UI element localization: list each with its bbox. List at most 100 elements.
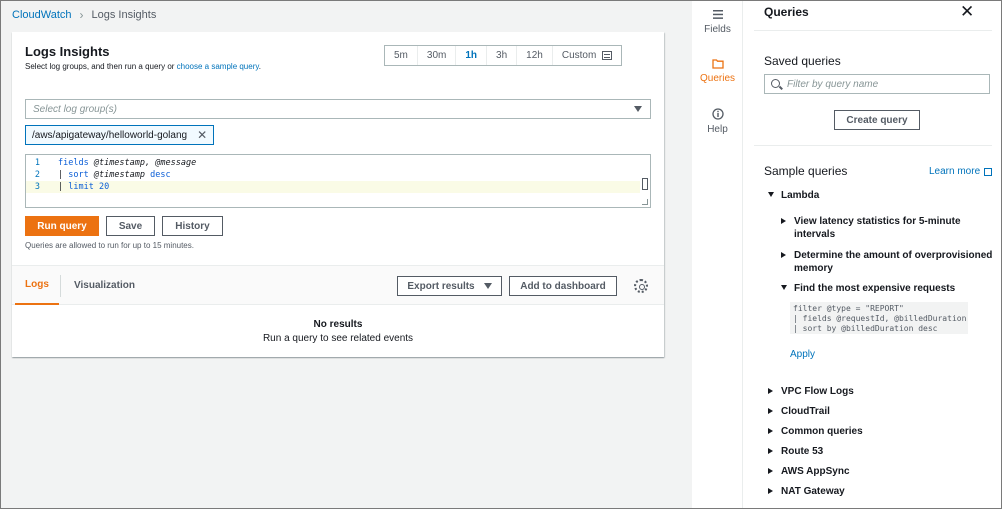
sample-query-line: memory xyxy=(794,263,833,274)
query-text: @timestamp, @message xyxy=(88,158,197,168)
caret-right-icon xyxy=(768,488,773,494)
sample-query-line: Find the most expensive requests xyxy=(794,283,956,294)
custom-label: Custom xyxy=(561,50,597,61)
side-icon-rail: Fields Queries Help xyxy=(692,0,743,509)
editor-scrollbar[interactable] xyxy=(642,178,648,190)
add-to-dashboard-button[interactable]: Add to dashboard xyxy=(509,276,617,296)
time-range-12h[interactable]: 12h xyxy=(517,46,553,65)
query-keyword: sort xyxy=(68,170,89,180)
rail-queries[interactable]: Queries xyxy=(692,58,743,84)
category-lambda[interactable]: Lambda xyxy=(768,189,819,202)
editor-line: 2 | sort @timestamp desc xyxy=(26,169,640,181)
learn-more-label: Learn more xyxy=(929,166,981,177)
sample-query-item[interactable]: Determine the amount of overprovisioned … xyxy=(781,249,992,275)
history-button[interactable]: History xyxy=(162,216,223,236)
line-number: 3 xyxy=(34,182,40,192)
sample-queries-title: Sample queries xyxy=(764,164,848,178)
page-subtitle: Select log groups, and then run a query … xyxy=(25,62,261,71)
editor-line: 1 fields @timestamp, @message xyxy=(26,157,640,169)
breadcrumb-current: Logs Insights xyxy=(91,9,157,21)
category-nat-gateway[interactable]: NAT Gateway xyxy=(768,485,845,498)
folder-icon xyxy=(711,59,724,69)
time-range-custom[interactable]: Custom xyxy=(553,46,621,65)
time-range-3h[interactable]: 3h xyxy=(487,46,518,65)
rail-help-label: Help xyxy=(707,124,728,135)
caret-right-icon xyxy=(768,408,773,414)
calendar-icon xyxy=(602,51,613,60)
line-number: 1 xyxy=(34,158,40,168)
category-route-53[interactable]: Route 53 xyxy=(768,445,823,458)
page-title: Logs Insights xyxy=(25,44,110,59)
query-editor[interactable]: 1 fields @timestamp, @message 2 | sort @… xyxy=(25,154,651,208)
caret-right-icon xyxy=(768,468,773,474)
caret-down-icon xyxy=(768,192,774,197)
filter-queries-input[interactable]: Filter by query name xyxy=(764,74,990,94)
subtitle-text: Select log groups, and then run a query … xyxy=(25,62,177,71)
export-results-label: Export results xyxy=(407,280,475,292)
query-pipe: | xyxy=(58,170,69,180)
apply-link[interactable]: Apply xyxy=(790,349,815,360)
export-results-button[interactable]: Export results xyxy=(397,276,502,296)
results-toolbar: Logs Visualization Export results Add to… xyxy=(12,265,664,305)
rail-help[interactable]: Help xyxy=(692,108,743,135)
logs-insights-card: Logs Insights Select log groups, and the… xyxy=(12,32,664,357)
tab-logs[interactable]: Logs xyxy=(15,266,59,305)
no-results-title: No results xyxy=(313,319,363,330)
time-range-5m[interactable]: 5m xyxy=(385,46,418,65)
divider xyxy=(754,145,992,146)
menu-icon xyxy=(712,10,723,19)
learn-more-link[interactable]: Learn more xyxy=(929,166,993,177)
category-label: Lambda xyxy=(781,190,820,201)
log-group-placeholder: Select log group(s) xyxy=(33,103,117,115)
filter-placeholder: Filter by query name xyxy=(787,78,879,90)
search-icon xyxy=(771,79,780,88)
tab-visualization[interactable]: Visualization xyxy=(74,266,135,305)
run-query-button[interactable]: Run query xyxy=(25,216,99,236)
category-label: NAT Gateway xyxy=(781,486,845,497)
caret-down-icon xyxy=(634,106,642,112)
query-number: 20 xyxy=(93,182,110,192)
caret-down-icon xyxy=(781,285,787,290)
sample-query-link[interactable]: choose a sample query xyxy=(177,62,259,71)
category-label: Common queries xyxy=(781,426,863,437)
gear-icon[interactable] xyxy=(634,279,648,293)
sample-query-item[interactable]: View latency statistics for 5-minute int… xyxy=(781,215,961,241)
save-button[interactable]: Save xyxy=(106,216,155,236)
sample-query-line: intervals xyxy=(794,229,836,240)
sample-query-line: Determine the amount of overprovisioned xyxy=(794,250,993,261)
category-label: AWS AppSync xyxy=(781,466,850,477)
main-area: CloudWatch › Logs Insights Logs Insights… xyxy=(0,0,692,509)
panel-title: Queries xyxy=(764,5,809,19)
query-keyword: limit xyxy=(68,182,94,192)
category-aws-appsync[interactable]: AWS AppSync xyxy=(768,465,850,478)
sample-query-code: filter @type = "REPORT" | fields @reques… xyxy=(790,302,968,334)
rail-fields[interactable]: Fields xyxy=(692,9,743,35)
caret-right-icon xyxy=(768,448,773,454)
line-number: 2 xyxy=(34,170,40,180)
category-vpc-flow-logs[interactable]: VPC Flow Logs xyxy=(768,385,854,398)
rail-queries-label: Queries xyxy=(699,73,735,84)
sample-query-item-expanded[interactable]: Find the most expensive requests xyxy=(781,282,955,295)
category-label: Route 53 xyxy=(781,446,824,457)
category-common-queries[interactable]: Common queries xyxy=(768,425,863,438)
run-limit-note: Queries are allowed to run for up to 15 … xyxy=(25,241,194,250)
close-icon[interactable]: ✕ xyxy=(960,2,974,22)
info-icon xyxy=(711,108,724,120)
log-group-token-label: /aws/apigateway/helloworld-golang xyxy=(32,129,188,141)
chevron-right-icon: › xyxy=(79,8,84,22)
breadcrumb-cloudwatch-link[interactable]: CloudWatch xyxy=(12,9,72,21)
editor-line: 3 | limit 20 xyxy=(26,181,640,193)
caret-down-icon xyxy=(483,283,492,289)
log-group-select[interactable]: Select log group(s) xyxy=(25,99,651,119)
subtitle-period: . xyxy=(258,62,262,71)
query-keyword: desc xyxy=(150,170,171,180)
time-range-30m[interactable]: 30m xyxy=(418,46,457,65)
divider xyxy=(754,30,992,31)
time-range-1h[interactable]: 1h xyxy=(456,46,488,65)
remove-token-icon[interactable]: ✕ xyxy=(197,128,207,142)
category-cloudtrail[interactable]: CloudTrail xyxy=(768,405,830,418)
no-results-subtitle: Run a query to see related events xyxy=(262,333,414,344)
create-query-button[interactable]: Create query xyxy=(834,110,920,130)
tab-divider xyxy=(60,275,61,297)
resize-handle-icon[interactable] xyxy=(642,199,648,205)
